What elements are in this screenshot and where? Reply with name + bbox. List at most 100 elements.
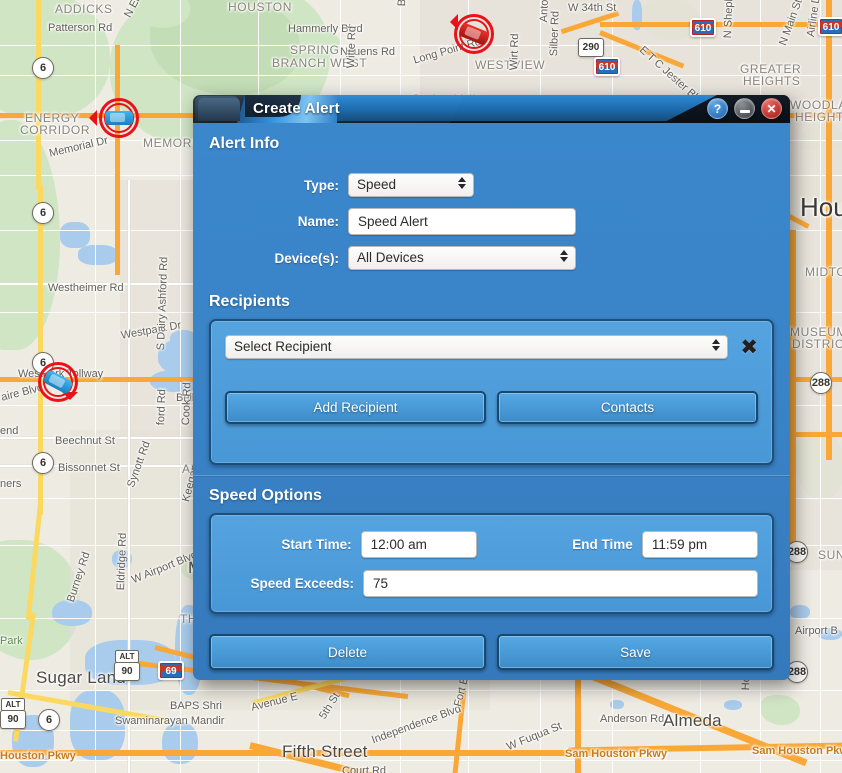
recipients-heading: Recipients	[193, 285, 790, 319]
map-road	[0, 690, 842, 691]
map-label: Sam Houston Pkwy	[752, 745, 842, 757]
field-row-devices: Device(s): All Devices	[193, 246, 790, 270]
state-highway-shield-icon: 288	[810, 372, 832, 394]
map-label: Cook Rd	[180, 382, 193, 425]
state-highway-shield-icon: 6	[38, 709, 60, 731]
alt-route-banner-icon: ALT	[1, 698, 25, 711]
chevron-updown-icon	[458, 177, 466, 189]
map-label: Park	[0, 635, 23, 647]
delete-button[interactable]: Delete	[209, 634, 486, 670]
dialog-titlebar[interactable]: Create Alert ? ✕	[193, 95, 790, 123]
interstate-shield-icon: 69	[158, 661, 184, 680]
add-recipient-button[interactable]: Add Recipient	[225, 391, 486, 424]
us-highway-shield-icon: 90	[114, 662, 140, 681]
map-label: W Fuqua St	[505, 720, 563, 753]
time-row: Start Time: 12:00 am End Time 11:59 pm	[225, 531, 758, 558]
field-row-type: Type: Speed	[193, 173, 790, 197]
map-label: HEIGHTS	[743, 74, 801, 88]
end-time-input[interactable]: 11:59 pm	[642, 531, 758, 558]
dialog-title: Create Alert	[253, 100, 340, 117]
recipient-value: Select Recipient	[234, 339, 332, 354]
devices-dropdown[interactable]: All Devices	[348, 246, 576, 270]
car-icon	[105, 111, 133, 125]
chevron-updown-icon	[560, 250, 568, 262]
map-label: DISTRICT	[792, 337, 842, 351]
close-icon[interactable]: ✕	[761, 98, 782, 119]
titlebar-left-tab[interactable]	[195, 96, 239, 121]
map-label: BAPS Shri	[170, 700, 222, 712]
create-alert-dialog: Create Alert ? ✕ Alert Info Type: Speed	[193, 95, 790, 680]
type-dropdown[interactable]: Speed	[348, 173, 474, 197]
map-label: Sam Houston Pkwy	[565, 748, 667, 760]
alert-info-fields: Type: Speed Name: Speed Alert Device(s):…	[193, 161, 790, 285]
map-label: ners	[0, 478, 21, 490]
map-label: Swaminarayan Mandir	[115, 715, 224, 727]
map-label: Court Rd	[342, 765, 386, 773]
vehicle-marker[interactable]	[448, 8, 500, 60]
titlebar-buttons: ? ✕	[707, 98, 782, 119]
interstate-shield-icon: 610	[594, 57, 620, 76]
speed-options-heading: Speed Options	[193, 477, 790, 513]
map-label: CORRIDOR	[20, 123, 90, 137]
map-label: HEIGHTS	[795, 110, 842, 124]
park-area	[760, 695, 800, 725]
water-body	[78, 245, 118, 265]
map-label: Anderson Rd	[600, 713, 664, 725]
map-label: Silber Rd	[548, 11, 562, 57]
water-body	[724, 700, 742, 710]
map-label: Wirt Rd	[508, 33, 521, 70]
screen: ADDICKSPatterson RdN EldridgeHOUSTONHamm…	[0, 0, 842, 773]
minimize-glyph	[740, 110, 750, 113]
state-highway-shield-icon: 6	[32, 452, 54, 474]
start-time-input[interactable]: 12:00 am	[361, 531, 477, 558]
recipient-dropdown[interactable]: Select Recipient	[225, 335, 728, 359]
name-input[interactable]: Speed Alert	[348, 208, 576, 235]
highway	[790, 230, 796, 560]
devices-label: Device(s):	[193, 251, 348, 266]
map-label: Bissonnet St	[58, 462, 120, 474]
start-time-label: Start Time:	[225, 537, 361, 552]
type-label: Type:	[193, 178, 348, 193]
map-label: Patterson Rd	[48, 22, 112, 34]
map-label: Eldridge Rd	[115, 533, 129, 591]
speed-options-panel: Start Time: 12:00 am End Time 11:59 pm S…	[209, 513, 774, 614]
water-body	[60, 222, 90, 248]
map-road	[0, 75, 842, 76]
water-body	[790, 605, 810, 619]
devices-value: All Devices	[357, 250, 424, 265]
marker-pointer	[89, 110, 97, 126]
recipients-panel: Select Recipient ✖ Add Recipient Contact…	[209, 319, 774, 465]
speed-exceeds-input[interactable]: 75	[363, 570, 758, 597]
map-label: ford Rd	[155, 389, 168, 425]
help-icon[interactable]: ?	[707, 98, 728, 119]
map-label: Fifth Street	[282, 742, 368, 762]
map-label: Almeda	[663, 711, 722, 731]
name-label: Name:	[193, 214, 348, 229]
vehicle-marker[interactable]	[32, 356, 84, 408]
highway-state	[36, 0, 41, 190]
chevron-updown-icon	[712, 339, 720, 351]
speed-row: Speed Exceeds: 75	[225, 570, 758, 597]
map-label: Airport B	[795, 625, 838, 637]
us-highway-shield-icon: 290	[578, 38, 604, 57]
dialog-footer: Delete Save	[209, 634, 774, 670]
contacts-button[interactable]: Contacts	[497, 391, 758, 424]
map-label: Witte Rd	[345, 26, 358, 69]
alert-info-heading: Alert Info	[193, 123, 790, 161]
dialog-body: Alert Info Type: Speed Name: Speed Alert…	[193, 123, 790, 680]
map-label: SPRING	[290, 43, 340, 57]
highway	[115, 45, 120, 275]
minimize-icon[interactable]	[734, 98, 755, 119]
map-label: Blalock Rd	[396, 0, 410, 6]
vehicle-marker[interactable]	[93, 92, 145, 144]
save-button[interactable]: Save	[497, 634, 774, 670]
map-label: Westheimer Rd	[48, 282, 124, 294]
map-label: end	[0, 425, 18, 437]
remove-recipient-icon[interactable]: ✖	[740, 337, 758, 358]
map-label: Sugar Land	[36, 668, 126, 688]
field-row-name: Name: Speed Alert	[193, 208, 790, 235]
titlebar-blue-accent	[297, 95, 717, 121]
map-label: Beechnut St	[55, 435, 115, 447]
marker-pointer	[450, 14, 458, 30]
speed-exceeds-label: Speed Exceeds:	[225, 576, 363, 591]
